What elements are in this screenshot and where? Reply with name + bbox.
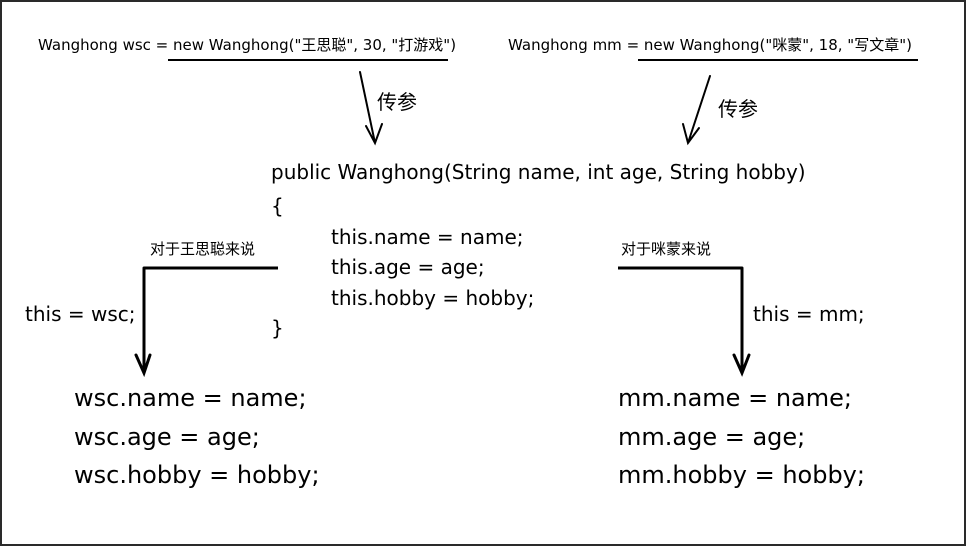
right-result-line: mm.hobby = hobby; [618, 461, 865, 489]
left-branch-heading: 对于王思聪来说 [150, 240, 256, 258]
left-result-line: wsc.age = age; [74, 423, 260, 451]
constructor-open-brace: { [271, 194, 284, 218]
right-pass-label: 传参 [718, 97, 758, 121]
top-right-call: new Wanghong("咪蒙", 18, "写文章") [643, 36, 912, 54]
right-pass-arrow [682, 75, 711, 146]
constructor-signature: public Wanghong(String name, int age, St… [271, 160, 806, 184]
right-branch-heading: 对于咪蒙来说 [621, 240, 712, 258]
left-result-line: wsc.hobby = hobby; [74, 461, 320, 489]
right-result-line: mm.name = name; [618, 384, 852, 412]
right-result-line: mm.age = age; [618, 423, 806, 451]
right-branch-binding: this = mm; [753, 302, 865, 326]
left-pass-label: 传参 [377, 90, 417, 114]
constructor-body-line: this.age = age; [331, 255, 485, 279]
top-right-statement: Wanghong mm = new Wanghong("咪蒙", 18, "写文… [508, 38, 912, 53]
top-left-call: new Wanghong("王思聪", 30, "打游戏") [173, 36, 457, 54]
top-right-prefix: Wanghong mm = [508, 36, 644, 54]
left-branch-binding: this = wsc; [25, 302, 136, 326]
right-branch-arrow [732, 266, 751, 377]
constructor-close-brace: } [271, 316, 284, 340]
top-left-statement: Wanghong wsc = new Wanghong("王思聪", 30, "… [38, 38, 456, 53]
constructor-body-line: this.hobby = hobby; [331, 286, 535, 310]
left-result-line: wsc.name = name; [74, 384, 307, 412]
constructor-body-line: this.name = name; [331, 225, 524, 249]
left-branch-arrow [134, 266, 152, 378]
top-left-prefix: Wanghong wsc = [38, 36, 174, 54]
